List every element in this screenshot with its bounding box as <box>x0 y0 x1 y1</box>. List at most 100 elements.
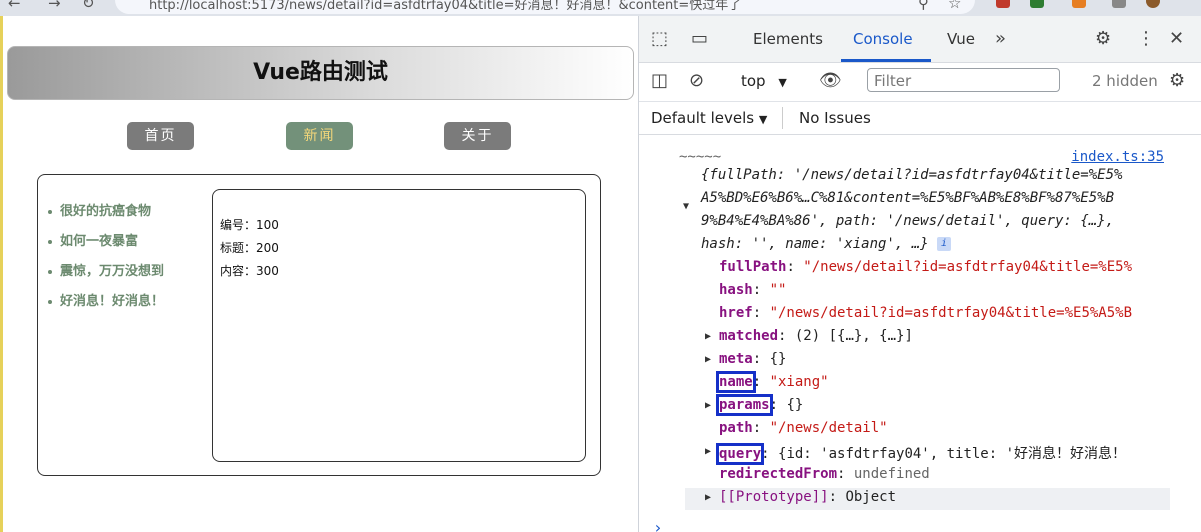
extension-icon[interactable] <box>1030 0 1044 8</box>
more-tabs-icon[interactable]: » <box>995 29 1006 49</box>
inspect-element-icon[interactable]: ⬚ <box>651 29 668 49</box>
tab-vue[interactable]: Vue <box>947 30 975 48</box>
active-tab-indicator <box>841 59 931 62</box>
console-output: ~~~~~ index.ts:35 ▼ {fullPath: '/news/de… <box>639 135 1201 532</box>
context-select-value: top <box>741 72 766 90</box>
highlight-box-name: name <box>716 371 756 393</box>
prop-key: redirectedFrom <box>719 466 838 482</box>
expand-triangle-icon[interactable]: ▶ <box>705 492 711 503</box>
news-link[interactable]: 很好的抗癌食物 <box>46 197 164 227</box>
browser-toolbar: ← → ↻ http://localhost:5173/news/detail?… <box>0 0 1201 16</box>
news-content-area: 很好的抗癌食物 如何一夜暴富 震惊，万万没想到 好消息！好消息！ 编号：100 … <box>37 174 601 476</box>
prop-value: "/news/detail" <box>769 420 888 436</box>
prop-key: href <box>719 305 753 321</box>
prop-value: undefined <box>853 466 930 482</box>
levels-bar: Default levels ▼ No Issues <box>639 102 1201 135</box>
console-prompt-chevron-icon[interactable]: › <box>653 518 663 532</box>
issues-status[interactable]: No Issues <box>799 109 871 127</box>
extensions-puzzle-icon[interactable] <box>1112 0 1126 8</box>
expand-triangle-icon[interactable]: ▼ <box>683 201 689 212</box>
log-levels-dropdown[interactable]: Default levels ▼ <box>651 109 767 127</box>
page-title: Vue路由测试 <box>7 46 634 100</box>
highlight-box-params: params <box>716 394 773 416</box>
expand-triangle-icon[interactable]: ▶ <box>705 331 711 342</box>
reload-icon[interactable]: ↻ <box>82 0 95 12</box>
hidden-count: 2 hidden <box>1092 72 1158 90</box>
prop-value: Object <box>845 489 897 505</box>
prop-value: "xiang" <box>769 374 829 390</box>
prop-path: path: "/news/detail" <box>719 420 888 436</box>
zoom-icon[interactable]: ⚲ <box>918 0 929 12</box>
nav-news-link[interactable]: 新闻 <box>286 122 353 150</box>
extension-icon[interactable] <box>1072 0 1086 8</box>
object-summary-text: hash: '', name: 'xiang', …} <box>701 236 929 252</box>
news-list: 很好的抗癌食物 如何一夜暴富 震惊，万万没想到 好消息！好消息！ <box>46 197 164 317</box>
clear-console-icon[interactable]: ⊘ <box>689 71 704 91</box>
device-toolbar-icon[interactable]: ▭ <box>691 29 708 49</box>
sidebar-toggle-icon[interactable]: ◫ <box>651 71 668 91</box>
object-summary-line[interactable]: 9%B4%E4%BA%86', path: '/news/detail', qu… <box>701 213 1114 229</box>
news-link[interactable]: 好消息！好消息！ <box>46 287 164 317</box>
highlight-box-query: query <box>715 443 765 465</box>
prop-query[interactable]: query: {id: 'asfdtrfay04', title: '好消息！好… <box>715 443 1127 465</box>
info-icon[interactable]: i <box>937 237 952 251</box>
filter-input[interactable]: Filter <box>867 68 1060 92</box>
prop-href: href: "/news/detail?id=asfdtrfay04&title… <box>719 305 1133 321</box>
filter-placeholder: Filter <box>874 72 912 90</box>
detail-title: 标题：200 <box>220 241 279 255</box>
back-icon[interactable]: ← <box>8 0 21 12</box>
chevron-down-icon: ▼ <box>778 76 787 89</box>
profile-avatar[interactable] <box>1146 0 1160 8</box>
prop-name: name: "xiang" <box>716 371 829 393</box>
app-page: Vue路由测试 首页 新闻 关于 很好的抗癌食物 如何一夜暴富 震惊，万万没想到… <box>3 16 638 532</box>
prop-value: (2) [{…}, {…}] <box>794 328 913 344</box>
detail-content: 内容：300 <box>220 264 279 278</box>
nav-about-link[interactable]: 关于 <box>444 122 511 150</box>
devtools-panel: ⬚ ▭ Elements Console Vue » ⚙ ⋮ ✕ ◫ ⊘ top… <box>638 16 1201 532</box>
news-link[interactable]: 震惊，万万没想到 <box>46 257 164 287</box>
expand-triangle-icon[interactable]: ▶ <box>705 354 711 365</box>
bookmark-star-icon[interactable]: ☆ <box>948 0 961 12</box>
prop-value: "/news/detail?id=asfdtrfay04&title=%E5% <box>803 259 1133 275</box>
prop-key: [[Prototype]] <box>719 489 829 505</box>
object-summary-line[interactable]: {fullPath: '/news/detail?id=asfdtrfay04&… <box>701 167 1122 183</box>
prop-key: hash <box>719 282 753 298</box>
settings-gear-icon[interactable]: ⚙ <box>1095 29 1111 49</box>
prop-value: {id: 'asfdtrfay04', title: '好消息！好消息！ <box>778 446 1127 462</box>
prop-key: meta <box>719 351 753 367</box>
prop-value: {} <box>769 351 787 367</box>
tab-console[interactable]: Console <box>853 30 913 48</box>
log-prefix: ~~~~~ <box>679 149 722 165</box>
news-link[interactable]: 如何一夜暴富 <box>46 227 164 257</box>
extension-icon[interactable] <box>996 0 1010 8</box>
object-summary-line[interactable]: hash: '', name: 'xiang', …} i <box>701 236 952 252</box>
news-detail-panel: 编号：100 标题：200 内容：300 <box>212 189 586 462</box>
forward-icon[interactable]: → <box>48 0 61 12</box>
source-link[interactable]: index.ts:35 <box>1071 149 1164 165</box>
divider <box>782 107 783 129</box>
prop-prototype[interactable]: [[Prototype]]: Object <box>719 489 896 505</box>
tab-elements[interactable]: Elements <box>753 30 823 48</box>
nav-home-link[interactable]: 首页 <box>127 122 194 150</box>
prop-key: fullPath <box>719 259 787 275</box>
console-settings-gear-icon[interactable]: ⚙ <box>1169 71 1185 91</box>
prop-params[interactable]: params: {} <box>716 394 804 416</box>
live-expression-eye-icon[interactable]: 👁 <box>819 71 842 91</box>
prop-value: {} <box>786 397 804 413</box>
expand-triangle-icon[interactable]: ▶ <box>705 400 711 411</box>
console-toolbar: ◫ ⊘ top ▼ 👁 Filter 2 hidden ⚙ <box>639 63 1201 102</box>
address-bar[interactable]: http://localhost:5173/news/detail?id=asf… <box>115 0 975 14</box>
address-bar-url: http://localhost:5173/news/detail?id=asf… <box>149 0 742 13</box>
close-icon[interactable]: ✕ <box>1169 29 1184 49</box>
more-options-icon[interactable]: ⋮ <box>1137 29 1155 49</box>
devtools-tabbar: ⬚ ▭ Elements Console Vue » ⚙ ⋮ ✕ <box>639 16 1201 63</box>
chevron-down-icon: ▼ <box>758 113 768 126</box>
detail-id: 编号：100 <box>220 218 279 232</box>
context-select[interactable]: top ▼ <box>741 72 787 90</box>
log-levels-label: Default levels <box>651 109 755 127</box>
object-summary-line[interactable]: A5%BD%E6%B6%…C%81&content=%E5%BF%AB%E8%B… <box>701 190 1114 206</box>
expand-triangle-icon[interactable]: ▶ <box>705 446 711 457</box>
prop-meta[interactable]: meta: {} <box>719 351 786 367</box>
prop-matched[interactable]: matched: (2) [{…}, {…}] <box>719 328 913 344</box>
prop-key: path <box>719 420 753 436</box>
